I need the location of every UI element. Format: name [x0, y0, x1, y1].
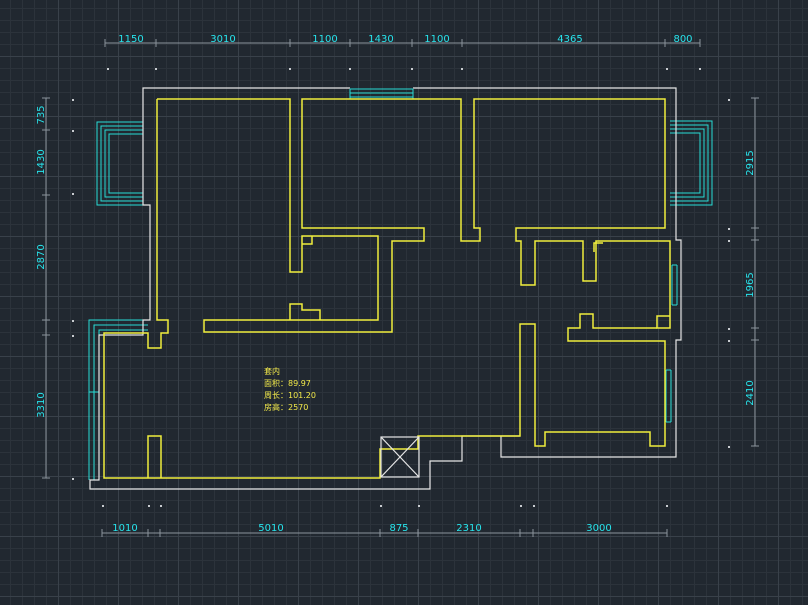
dim-left-2: 1430 [36, 149, 47, 174]
windows [88, 88, 713, 480]
dim-left-4: 3310 [36, 392, 47, 417]
window-right-mid [671, 264, 678, 306]
floor-plan: 1150 3010 1100 1430 1100 4365 800 1010 5… [36, 34, 759, 537]
dim-top-6: 4365 [557, 34, 582, 45]
dim-top-7: 800 [673, 34, 692, 45]
window-left-lower [88, 319, 148, 480]
dim-top-3: 1100 [312, 34, 337, 45]
dim-bottom-5: 3000 [586, 523, 611, 534]
window-top [349, 88, 414, 99]
room-height: 房高：2570 [264, 402, 308, 412]
dim-bottom-3: 875 [389, 523, 408, 534]
dim-bottom-4: 2310 [456, 523, 481, 534]
shaft-box [380, 436, 420, 478]
cad-drawing-canvas[interactable]: 1150 3010 1100 1430 1100 4365 800 1010 5… [0, 0, 808, 605]
room-info: 套内 面积：89.97 周长：101.20 房高：2570 [264, 366, 316, 412]
dim-right-3: 2410 [745, 380, 756, 405]
dim-top-5: 1100 [424, 34, 449, 45]
dim-bottom-1: 1010 [112, 523, 137, 534]
room-bedroom-left [157, 98, 671, 333]
wall-post-left [147, 435, 162, 478]
window-right-lower [665, 369, 672, 423]
dim-left-1: 735 [36, 105, 47, 124]
dim-top-4: 1430 [368, 34, 393, 45]
room-perimeter: 周长：101.20 [264, 390, 316, 400]
dim-top-2: 3010 [210, 34, 235, 45]
room-area: 面积：89.97 [264, 378, 311, 388]
dim-top-1: 1150 [118, 34, 143, 45]
dim-right-2: 1965 [745, 272, 756, 297]
room-name: 套内 [264, 366, 280, 376]
room-living [103, 99, 666, 479]
dim-bottom-2: 5010 [258, 523, 283, 534]
window-bay-left [96, 121, 143, 206]
post-mid [289, 303, 321, 320]
reference-dots [72, 68, 730, 507]
dimension-labels-bottom: 1010 5010 875 2310 3000 [112, 523, 611, 534]
dimension-labels-left: 735 1430 2870 3310 [36, 105, 47, 417]
closet-inner [302, 236, 313, 245]
dim-left-3: 2870 [36, 244, 47, 269]
dimension-labels-right: 2915 1965 2410 [745, 150, 756, 405]
outer-wall [89, 87, 682, 490]
dim-right-1: 2915 [745, 150, 756, 175]
room-outlines [103, 98, 671, 479]
